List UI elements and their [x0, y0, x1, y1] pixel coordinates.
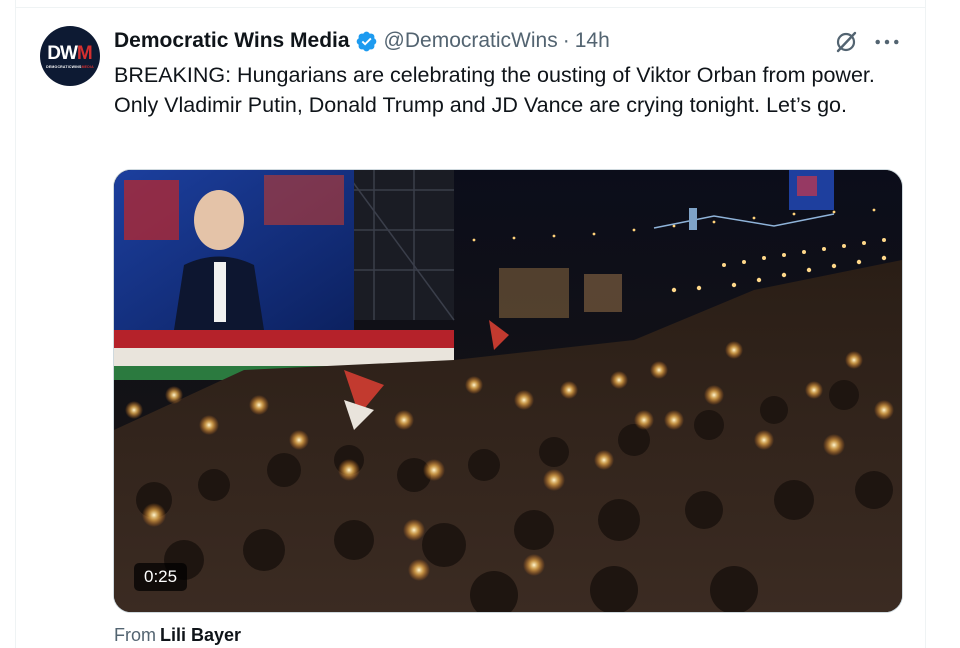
- tweet-header: Democratic Wins Media @DemocraticWins · …: [114, 27, 610, 55]
- verified-badge-icon[interactable]: [355, 30, 378, 53]
- attribution-author-link[interactable]: Lili Bayer: [160, 625, 241, 645]
- video-thumbnail: [114, 170, 902, 612]
- more-options-icon[interactable]: [873, 29, 901, 55]
- avatar[interactable]: DW M DEMOCRATICWINSMEDIA: [40, 26, 100, 86]
- video-duration: 0:25: [134, 563, 188, 591]
- attribution-prefix: From: [114, 625, 156, 645]
- separator-dot: ·: [562, 29, 570, 52]
- avatar-logo-sub-white: DEMOCRATICWINS: [46, 64, 82, 69]
- avatar-logo: DW M: [47, 44, 92, 63]
- author-display-name[interactable]: Democratic Wins Media: [114, 29, 350, 53]
- avatar-logo-dw: DW: [47, 42, 78, 64]
- timeline-divider: [15, 7, 926, 8]
- avatar-logo-sub-red: MEDIA: [81, 64, 94, 69]
- avatar-logo-subtitle: DEMOCRATICWINSMEDIA: [46, 65, 94, 69]
- video-player[interactable]: 0:25: [113, 169, 903, 613]
- timeline-border-left: [15, 0, 16, 648]
- avatar-logo-m: M: [76, 42, 93, 64]
- timeline-border-right: [925, 0, 926, 648]
- video-attribution: From Lili Bayer: [114, 625, 241, 646]
- tweet-text: BREAKING: Hungarians are celebrating the…: [114, 63, 875, 117]
- grok-icon[interactable]: [833, 29, 859, 55]
- post-timestamp[interactable]: 14h: [575, 29, 610, 53]
- author-handle[interactable]: @DemocraticWins: [384, 29, 558, 53]
